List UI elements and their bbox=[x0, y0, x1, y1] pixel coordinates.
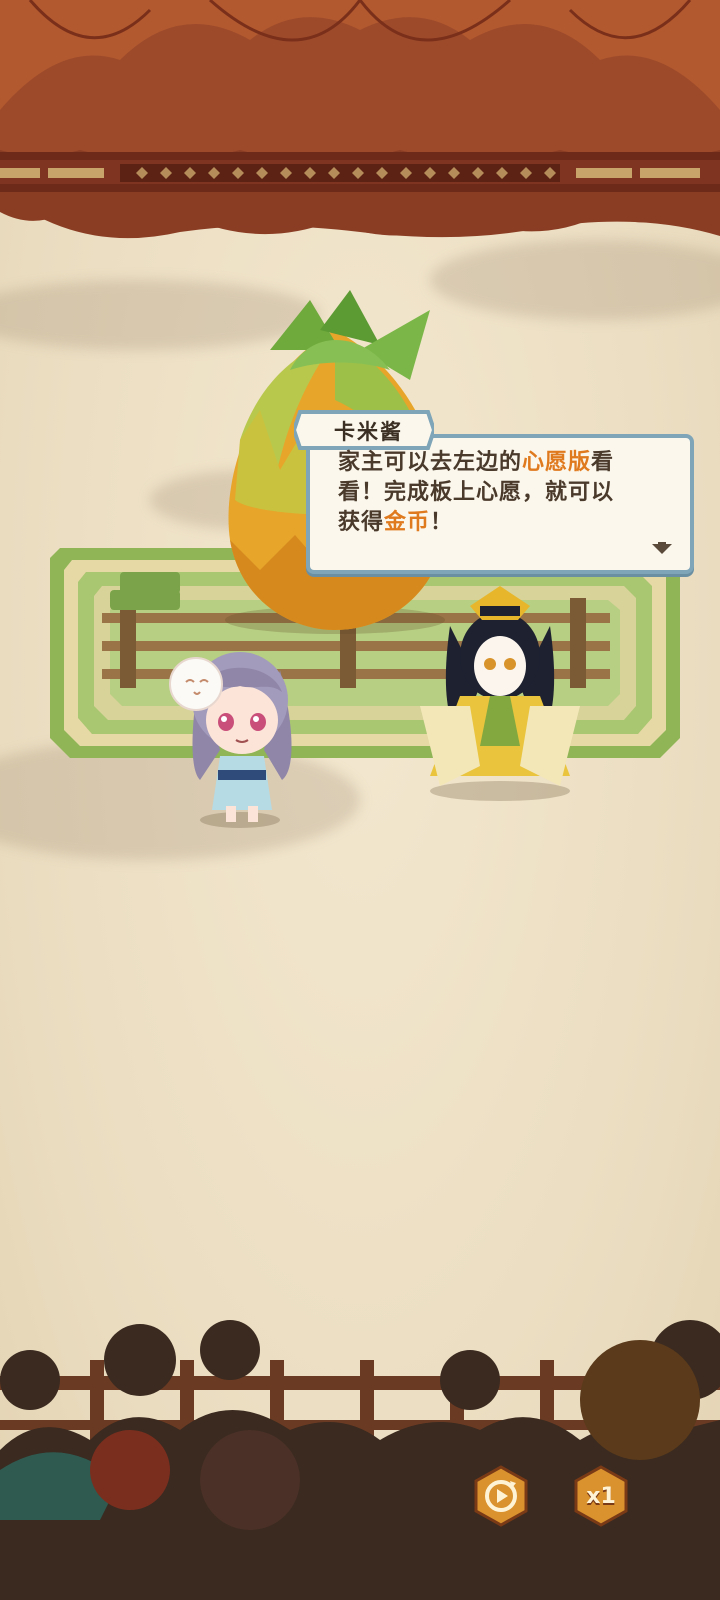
wish-board-highlight: 心愿版 bbox=[522, 450, 592, 475]
game-stage[interactable]: 卡米酱 家主可以去左边的心愿版看 看！完成板上心愿，就可以 获得金币！ x1 bbox=[0, 0, 720, 1600]
dialog-text: 家主可以去左边的心愿版看 看！完成板上心愿，就可以 获得金币！ bbox=[338, 448, 678, 538]
next-arrow-icon[interactable] bbox=[652, 542, 672, 554]
dialog-text-segment: ！ bbox=[430, 510, 454, 535]
dialog-text-segment: 获得 bbox=[338, 510, 385, 535]
gold-coin-highlight: 金币 bbox=[384, 510, 431, 535]
dialog-bubble[interactable]: 卡米酱 家主可以去左边的心愿版看 看！完成板上心愿，就可以 获得金币！ bbox=[294, 408, 694, 574]
audience-foreground bbox=[0, 1320, 720, 1600]
dialog-text-segment: 看！完成板上心愿，就可以 bbox=[338, 480, 615, 505]
dialog-text-segment: 家主可以去左边的 bbox=[338, 450, 523, 475]
mist-cloud bbox=[430, 240, 720, 320]
auto-play-button[interactable] bbox=[470, 1465, 532, 1527]
speed-label: x1 bbox=[586, 1483, 616, 1509]
speaker-name: 卡米酱 bbox=[334, 420, 403, 444]
character-kamichan[interactable] bbox=[400, 566, 600, 806]
dialog-text-segment: 看 bbox=[591, 450, 615, 475]
stage-curtain bbox=[0, 0, 720, 239]
character-girl[interactable] bbox=[160, 620, 310, 830]
speed-button[interactable]: x1 bbox=[570, 1465, 632, 1527]
auto-play-icon bbox=[474, 1465, 528, 1527]
